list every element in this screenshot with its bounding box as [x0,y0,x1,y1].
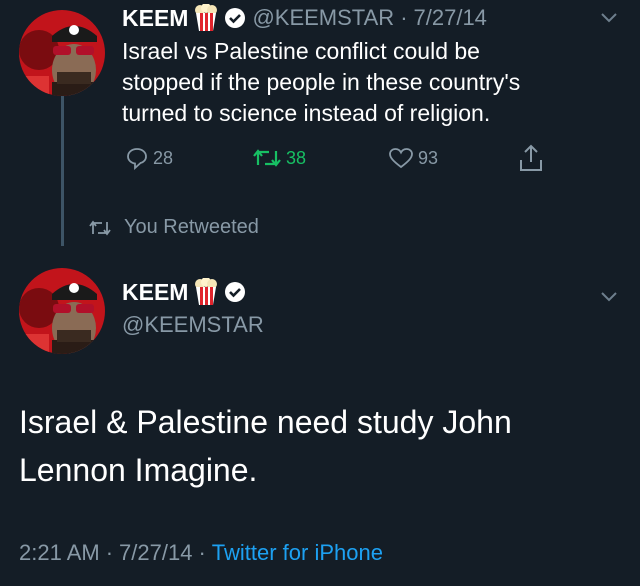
reply-count: 28 [153,147,174,168]
tweet-text-line: stopped if the people in these country's [122,69,521,95]
retweet-icon [88,218,112,238]
reply-button[interactable]: 28 [125,146,173,170]
handle[interactable]: @KEEMSTAR [122,312,264,338]
retweet-notice-text: You Retweeted [124,216,259,238]
display-name[interactable]: KEEM [122,279,188,306]
separator: · [198,540,206,565]
retweet-icon [252,146,282,170]
tweet-text: Israel & Palestine need study John Lenno… [19,398,619,494]
avatar[interactable] [19,10,105,96]
retweet-notice: You Retweeted [88,216,259,239]
separator: · [105,540,114,565]
chevron-down-icon[interactable] [598,6,620,28]
like-button[interactable]: 93 [388,146,438,170]
retweet-count: 38 [286,147,307,168]
tweet-date[interactable]: 7/27/14 [414,5,487,31]
share-icon[interactable] [518,143,544,173]
verified-badge-icon [224,7,246,29]
tweet-header: KEEM [122,278,246,306]
tweet-text: Israel vs Palestine conflict could be st… [122,36,622,129]
separator: · [400,5,408,30]
tweet-text-line: Israel vs Palestine conflict could be [122,38,480,64]
retweet-button[interactable]: 38 [252,146,306,170]
verified-badge-icon [224,281,246,303]
tweet-time: 2:21 AM [19,540,100,565]
like-count: 93 [418,147,439,168]
chevron-down-icon[interactable] [598,285,620,307]
tweet-date: 7/27/14 [119,540,193,565]
like-icon [388,146,414,170]
tweet-meta: 2:21 AM · 7/27/14 · Twitter for iPhone [19,540,383,566]
handle[interactable]: @KEEMSTAR [252,5,394,31]
tweet-text-line: Lennon Imagine. [19,452,258,488]
tweet-header: KEEM @KEEMSTAR · 7/27/14 [122,4,487,32]
tweet-text-line: Israel & Palestine need study John [19,404,512,440]
tweet-text-line: turned to science instead of religion. [122,100,491,126]
popcorn-icon [194,278,218,306]
avatar[interactable] [19,268,105,354]
thread-connector-line [61,96,64,246]
reply-icon [125,146,149,170]
popcorn-icon [194,4,218,32]
tweet-source-link[interactable]: Twitter for iPhone [212,540,383,566]
display-name[interactable]: KEEM [122,5,188,32]
